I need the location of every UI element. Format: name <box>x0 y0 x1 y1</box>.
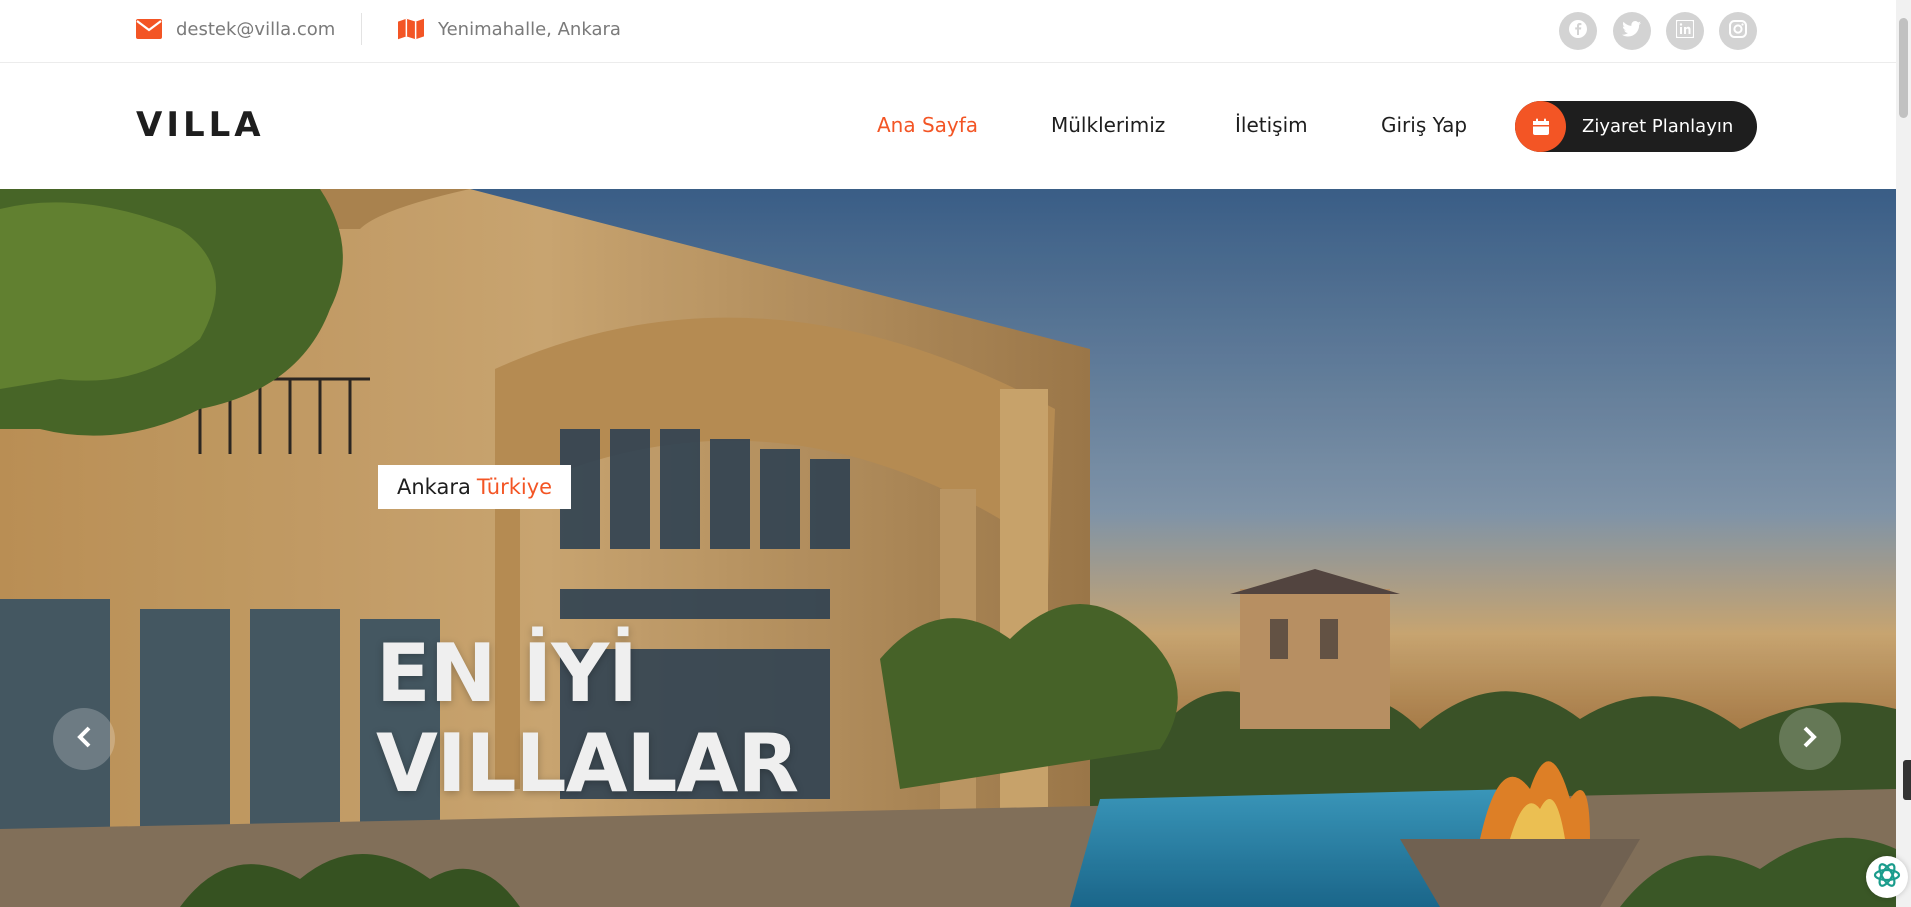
top-info-bar: destek@villa.com Yenimahalle, Ankara <box>0 0 1896 63</box>
hero-villa-image <box>0 189 1896 907</box>
site-logo[interactable]: VILLA <box>136 105 265 145</box>
slider-next-button[interactable] <box>1779 708 1841 770</box>
menu-item-login[interactable]: Giriş Yap <box>1381 113 1467 137</box>
calendar-icon <box>1515 101 1566 152</box>
hero-slider: Ankara Türkiye EN İYİ VILLALAR <box>0 189 1896 907</box>
contact-email[interactable]: destek@villa.com <box>136 14 335 44</box>
twitter-link[interactable] <box>1613 12 1651 50</box>
assistant-icon <box>1872 860 1902 894</box>
map-icon <box>398 17 424 41</box>
location-city: Ankara <box>397 475 471 499</box>
assistant-widget-button[interactable] <box>1866 856 1908 898</box>
slider-prev-button[interactable] <box>53 708 115 770</box>
schedule-visit-label: Ziyaret Planlayın <box>1582 116 1734 137</box>
facebook-link[interactable] <box>1559 12 1597 50</box>
envelope-icon <box>136 17 162 41</box>
instagram-icon <box>1729 20 1747 42</box>
twitter-icon <box>1622 20 1642 42</box>
schedule-visit-button[interactable]: Ziyaret Planlayın <box>1515 101 1757 152</box>
email-text: destek@villa.com <box>176 18 336 40</box>
main-header: VILLA Ana Sayfa Mülklerimiz İletişim Gir… <box>0 63 1896 189</box>
scrollbar-thumb[interactable] <box>1899 18 1908 118</box>
divider <box>361 13 362 45</box>
menu-item-contact[interactable]: İletişim <box>1235 113 1308 137</box>
location-tag: Ankara Türkiye <box>378 465 572 509</box>
menu-item-properties[interactable]: Mülklerimiz <box>1051 113 1165 137</box>
location-country: Türkiye <box>476 475 553 499</box>
address-text: Yenimahalle, Ankara <box>438 18 621 40</box>
menu-item-home[interactable]: Ana Sayfa <box>877 113 978 137</box>
contact-address: Yenimahalle, Ankara <box>398 14 621 44</box>
chevron-right-icon <box>1802 726 1818 752</box>
facebook-icon <box>1568 19 1588 43</box>
linkedin-icon <box>1675 19 1695 42</box>
chevron-left-icon <box>76 726 92 752</box>
instagram-link[interactable] <box>1719 12 1757 50</box>
hero-headline: EN İYİ VILLALAR <box>376 627 799 810</box>
side-tab[interactable] <box>1903 760 1911 800</box>
linkedin-link[interactable] <box>1666 12 1704 50</box>
headline-line-1: EN İYİ <box>376 627 638 720</box>
headline-line-2: VILLALAR <box>376 717 799 810</box>
